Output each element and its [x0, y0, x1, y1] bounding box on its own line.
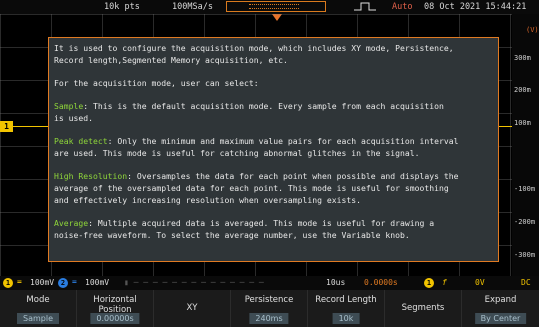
softkey-label: XY [186, 303, 198, 313]
timebase[interactable]: 10us [326, 278, 345, 287]
sample-rate-readout: 100MSa/s [172, 2, 213, 12]
expand-softkey[interactable]: Expand By Center [462, 290, 539, 327]
softkey-menu: Mode Sample Horizontal Position 0.00000s… [0, 290, 539, 327]
trigger-level[interactable]: 0V [475, 278, 485, 287]
help-item-peak-detect: Peak detect: Only the minimum and maximu… [54, 136, 491, 159]
help-item-text: : Multiple acquired data is averaged. Th… [54, 218, 435, 240]
scale-unit: (V) [526, 26, 539, 34]
ch1-scale[interactable]: 100mV [30, 278, 54, 287]
ch3-placeholder: ▮ ─ ─ ─ ─ ─ ─ ─ ─ ─ ─ ─ ─ ─ ─ [124, 278, 264, 287]
softkey-label: Mode [26, 295, 50, 305]
segments-softkey[interactable]: Segments [385, 290, 462, 327]
scale-tick: -200m [514, 218, 536, 226]
softkey-value: By Center [474, 313, 527, 324]
help-popup: It is used to configure the acquisition … [48, 37, 499, 262]
help-item-text: : This is the default acquisition mode. … [54, 101, 444, 123]
help-item-sample: Sample: This is the default acquisition … [54, 101, 491, 124]
scale-tick: 100m [514, 119, 531, 127]
persistence-softkey[interactable]: Persistence 240ms [231, 290, 308, 327]
trigger-slope-icon: f [442, 278, 447, 287]
ch1-ground-marker[interactable]: 1 [0, 121, 13, 132]
softkey-value: Sample [17, 313, 59, 324]
xy-softkey[interactable]: XY [154, 290, 231, 327]
help-item-name: Sample [54, 101, 84, 112]
trigger-source-badge[interactable]: 1 [424, 278, 434, 288]
trigger-edge-icon [354, 2, 376, 11]
memory-bar [226, 1, 326, 12]
help-item-text: : Only the minimum and maximum value pai… [54, 136, 459, 158]
softkey-value: 240ms [249, 313, 289, 324]
ch1-trace [13, 126, 49, 127]
softkey-label: Persistence [244, 295, 294, 305]
softkey-value: 0.00000s [90, 313, 140, 324]
channel-readout-bar: 1 = 100mV 2 = 100mV ▮ ─ ─ ─ ─ ─ ─ ─ ─ ─ … [0, 276, 539, 290]
help-select-line: For the acquisition mode, user can selec… [54, 78, 259, 88]
ch1-coupling-icon: = [17, 277, 22, 286]
status-bar: 10k pts 100MSa/s Auto 08 Oct 2021 15:44:… [0, 0, 539, 14]
record-length-readout: 10k pts [104, 2, 140, 12]
softkey-label: Record Length [315, 295, 377, 305]
softkey-label: Horizontal Position [93, 295, 137, 315]
softkey-label: Expand [484, 295, 517, 305]
horizontal-position[interactable]: 0.0000s [364, 278, 398, 287]
help-item-average: Average: Multiple acquired data is avera… [54, 218, 491, 241]
softkey-label: Segments [401, 303, 445, 313]
record-length-softkey[interactable]: Record Length 10k [308, 290, 385, 327]
help-intro: It is used to configure the acquisition … [54, 43, 454, 65]
help-item-name: Average [54, 218, 89, 228]
trigger-mode: Auto [392, 2, 413, 12]
scale-tick: 200m [514, 86, 531, 94]
help-item-name: Peak detect [54, 136, 108, 147]
ch2-scale[interactable]: 100mV [85, 278, 109, 287]
ch1-badge[interactable]: 1 [3, 278, 13, 288]
trigger-coupling[interactable]: DC [521, 278, 531, 287]
softkey-value: 10k [332, 313, 360, 324]
ch2-badge[interactable]: 2 [58, 278, 68, 288]
date-time: 08 Oct 2021 15:44:21 [424, 2, 527, 12]
scale-tick: -100m [514, 185, 536, 193]
memory-waveform-icon [249, 4, 299, 9]
ch2-coupling-icon: = [72, 277, 77, 286]
horizontal-position-softkey[interactable]: Horizontal Position 0.00000s [77, 290, 154, 327]
help-item-high-resolution: High Resolution: Oversamples the data fo… [54, 171, 491, 206]
scale-tick: -300m [514, 251, 536, 259]
vertical-scale: (V) 300m 200m 100m -100m -200m -300m [512, 14, 539, 276]
scale-tick: 300m [514, 54, 531, 62]
mode-softkey[interactable]: Mode Sample [0, 290, 77, 327]
help-item-name: High Resolution [54, 171, 128, 182]
